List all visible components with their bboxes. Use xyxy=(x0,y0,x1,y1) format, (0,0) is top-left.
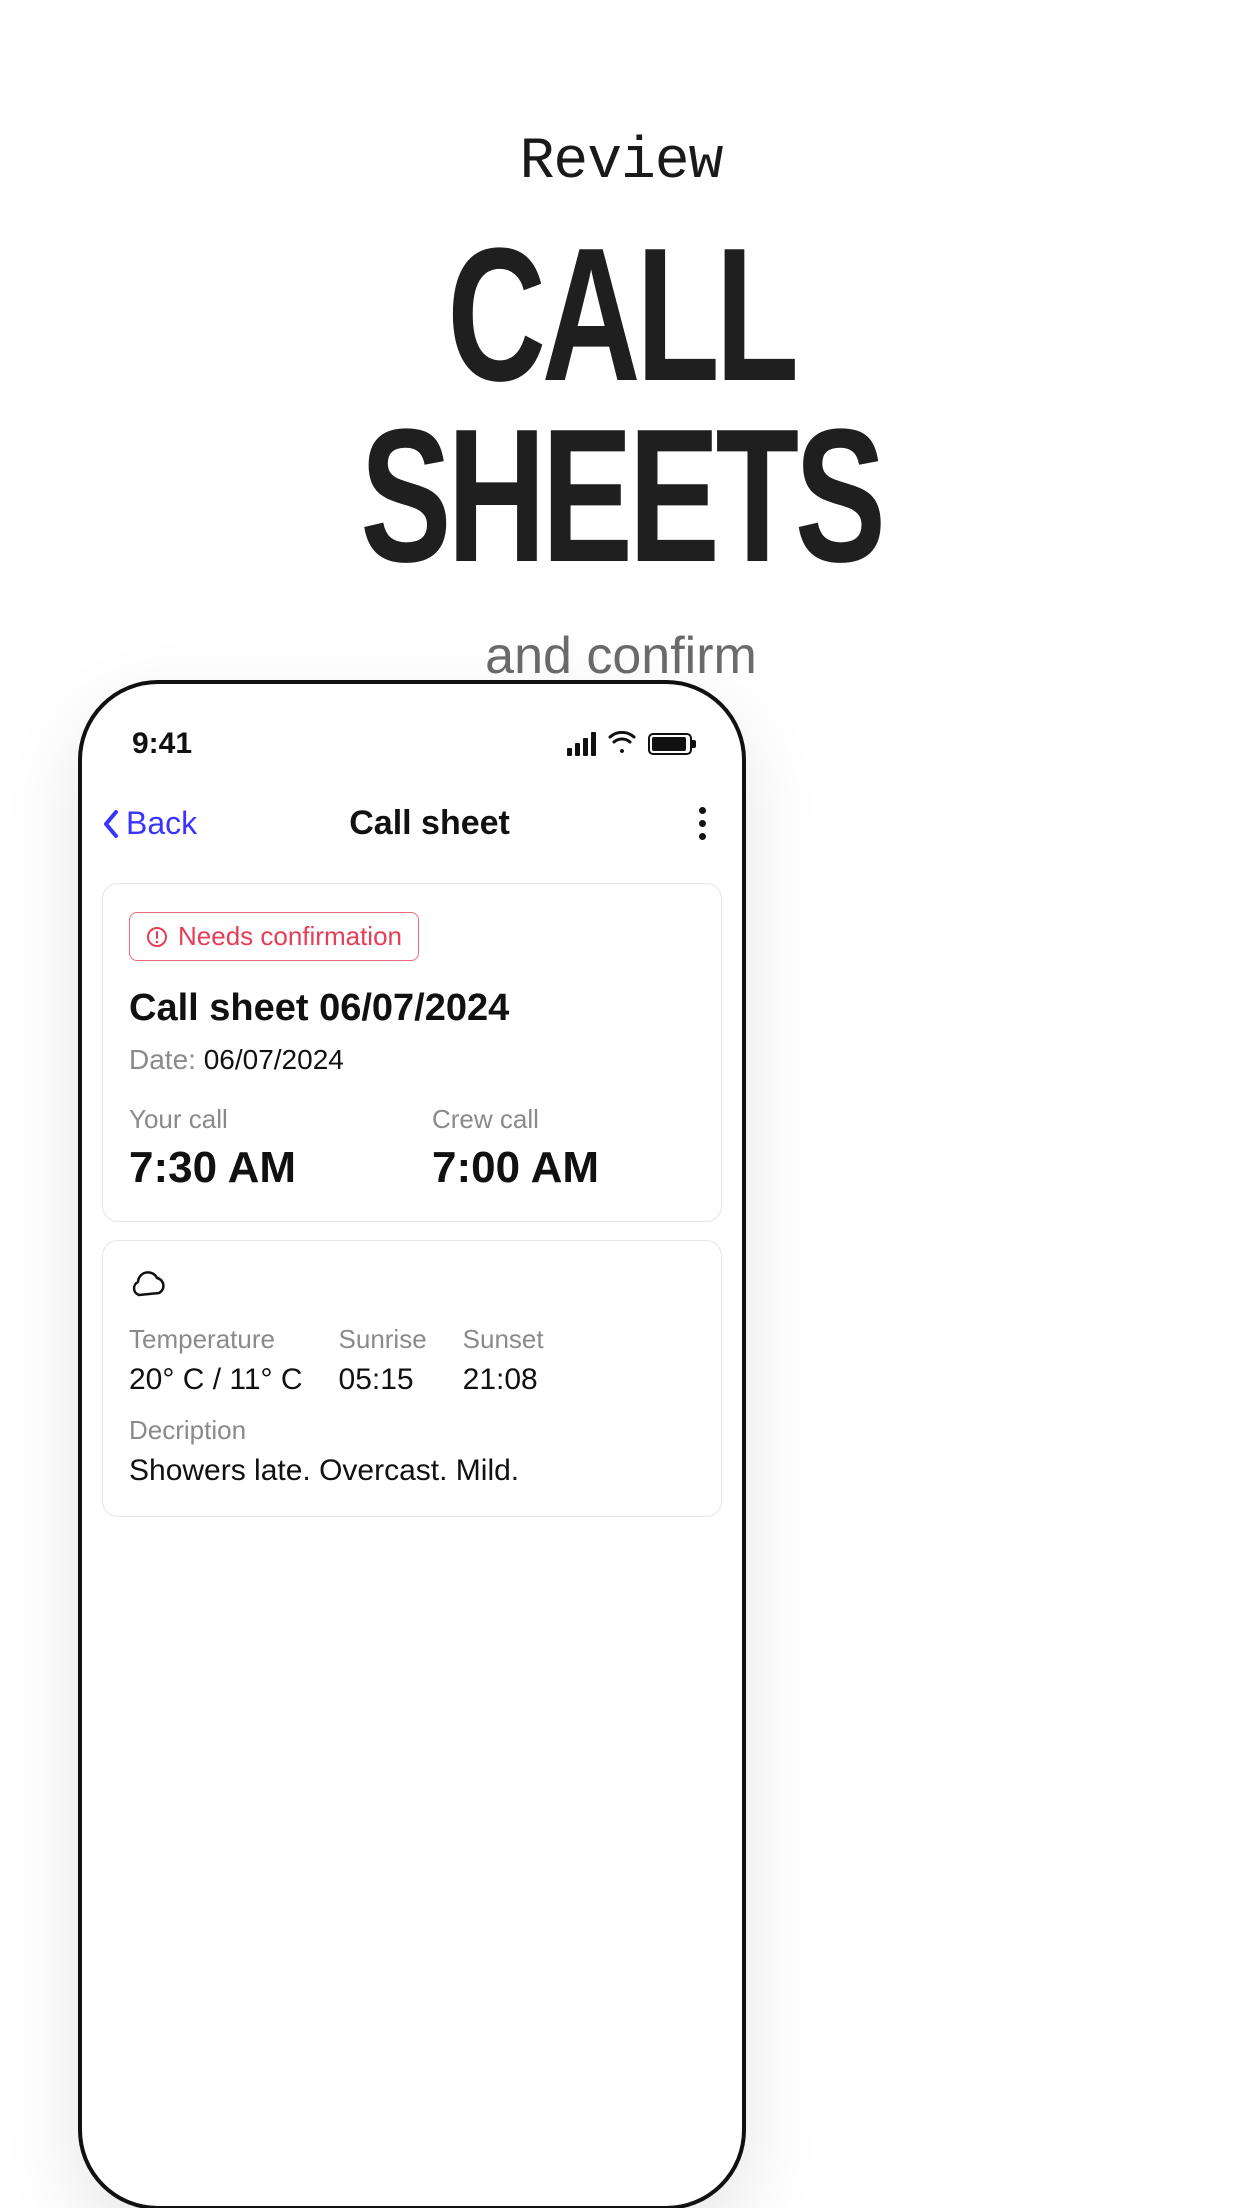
battery-icon xyxy=(648,733,692,755)
description-value: Showers late. Overcast. Mild. xyxy=(129,1454,695,1488)
dots-vertical-icon xyxy=(699,807,706,814)
navbar: Back Call sheet xyxy=(82,774,742,873)
cloud-icon xyxy=(129,1269,695,1306)
date-label: Date: xyxy=(129,1044,204,1075)
date-value: 06/07/2024 xyxy=(204,1044,344,1075)
status-time: 9:41 xyxy=(132,727,192,761)
times-row: Your call 7:30 AM Crew call 7:00 AM xyxy=(129,1104,695,1193)
weather-row: Temperature 20° C / 11° C Sunrise 05:15 … xyxy=(129,1324,695,1397)
crew-call-label: Crew call xyxy=(432,1104,695,1135)
more-button[interactable] xyxy=(682,807,722,840)
promo-line3: and confirm xyxy=(0,626,1242,686)
sunrise-label: Sunrise xyxy=(339,1324,427,1355)
callsheet-title: Call sheet 06/07/2024 xyxy=(129,987,695,1030)
status-icons xyxy=(567,731,692,758)
sunset-col: Sunset 21:08 xyxy=(463,1324,544,1397)
callsheet-date-row: Date: 06/07/2024 xyxy=(129,1044,695,1076)
temperature-col: Temperature 20° C / 11° C xyxy=(129,1324,303,1397)
confirmation-badge: Needs confirmation xyxy=(129,912,419,961)
your-call-value: 7:30 AM xyxy=(129,1143,392,1193)
promo-line2: CALLSHEETS xyxy=(174,225,1068,586)
sunset-value: 21:08 xyxy=(463,1363,544,1397)
sunrise-value: 05:15 xyxy=(339,1363,427,1397)
description-label: Decription xyxy=(129,1415,695,1446)
chevron-left-icon xyxy=(102,809,120,839)
wifi-icon xyxy=(608,731,636,758)
your-call-label: Your call xyxy=(129,1104,392,1135)
cellular-icon xyxy=(567,732,596,756)
alert-icon xyxy=(146,926,168,948)
navbar-title: Call sheet xyxy=(177,804,682,843)
sunrise-col: Sunrise 05:15 xyxy=(339,1324,427,1397)
callsheet-card[interactable]: Needs confirmation Call sheet 06/07/2024… xyxy=(102,883,722,1222)
sunset-label: Sunset xyxy=(463,1324,544,1355)
status-bar: 9:41 xyxy=(82,684,742,774)
weather-card[interactable]: Temperature 20° C / 11° C Sunrise 05:15 … xyxy=(102,1240,722,1517)
promo-line1: Review xyxy=(0,130,1242,195)
phone-frame: 9:41 xyxy=(78,680,746,2208)
crew-call-value: 7:00 AM xyxy=(432,1143,695,1193)
temperature-value: 20° C / 11° C xyxy=(129,1363,303,1397)
crew-call-block: Crew call 7:00 AM xyxy=(432,1104,695,1193)
badge-label: Needs confirmation xyxy=(178,921,402,952)
your-call-block: Your call 7:30 AM xyxy=(129,1104,392,1193)
temperature-label: Temperature xyxy=(129,1324,303,1355)
promo-headline: Review CALLSHEETS and confirm xyxy=(0,130,1242,686)
